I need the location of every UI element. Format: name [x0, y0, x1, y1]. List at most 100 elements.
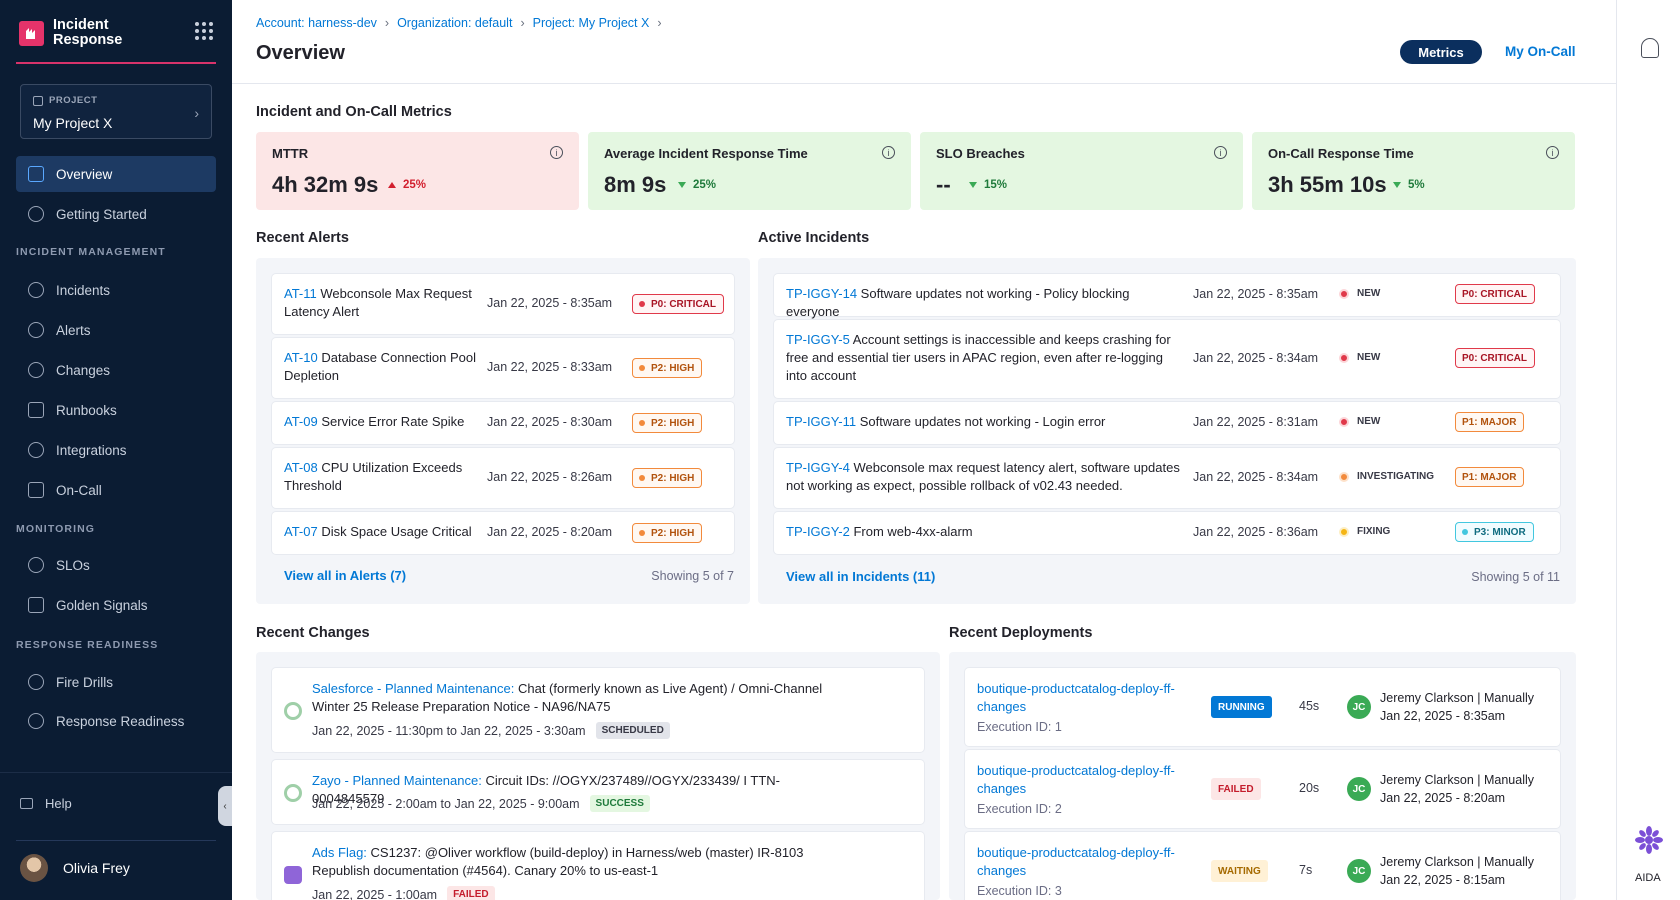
info-icon[interactable]: i — [550, 146, 563, 159]
change-source-link[interactable]: Ads Flag: — [312, 845, 367, 860]
change-row[interactable]: Zayo - Planned Maintenance: Circuit IDs:… — [272, 760, 924, 824]
alert-row[interactable]: AT-09 Service Error Rate Spike Jan 22, 2… — [272, 402, 734, 444]
arrow-down-icon — [678, 182, 686, 188]
alert-row[interactable]: AT-08 CPU Utilization Exceeds Threshold … — [272, 448, 734, 508]
sidebar-item-slos[interactable]: SLOs — [16, 547, 216, 583]
metric-value: 8m 9s — [604, 172, 667, 197]
deployment-user: Jeremy Clarkson | Manually Jan 22, 2025 -… — [1380, 689, 1534, 725]
app-title-line2: Response — [53, 32, 123, 48]
incident-text: TP-IGGY-4 Webconsole max request latency… — [786, 459, 1184, 495]
severity-badge: P1: MAJOR — [1455, 467, 1525, 487]
alert-row[interactable]: AT-11 Webconsole Max Request Latency Ale… — [272, 274, 734, 334]
deployment-duration: 20s — [1299, 781, 1320, 795]
severity-label: P1: MAJOR — [1462, 416, 1517, 428]
change-row[interactable]: Ads Flag: CS1237: @Oliver workflow (buil… — [272, 832, 924, 900]
change-source-link[interactable]: Zayo - Planned Maintenance: — [312, 773, 482, 788]
status-dot-icon — [1339, 288, 1349, 299]
change-meta: Jan 22, 2025 - 11:30pm to Jan 22, 2025 -… — [312, 722, 670, 739]
tab-metrics[interactable]: Metrics — [1400, 40, 1482, 64]
breadcrumb: Account: harness-dev › Organization: def… — [256, 16, 661, 30]
sidebar-item-on-call[interactable]: On-Call — [16, 472, 216, 508]
app-grid-icon[interactable] — [195, 22, 213, 40]
sidebar-item-golden-signals[interactable]: Golden Signals — [16, 587, 216, 623]
status-dot-icon — [1339, 416, 1349, 427]
sidebar-item-label: Fire Drills — [56, 674, 113, 690]
deployment-row[interactable]: boutique-productcatalog-deploy-ff-change… — [965, 668, 1560, 746]
alert-id-link[interactable]: AT-08 — [284, 460, 318, 475]
alert-id-link[interactable]: AT-09 — [284, 414, 318, 429]
alert-row[interactable]: AT-10 Database Connection Pool Depletion… — [272, 338, 734, 398]
sidebar-item-overview[interactable]: Overview — [16, 156, 216, 192]
incident-row[interactable]: TP-IGGY-4 Webconsole max request latency… — [774, 448, 1560, 508]
sidebar-item-getting-started[interactable]: Getting Started — [16, 196, 216, 232]
page-title: Overview — [256, 42, 345, 64]
info-icon[interactable]: i — [882, 146, 895, 159]
info-icon[interactable]: i — [1214, 146, 1227, 159]
info-icon[interactable]: i — [1546, 146, 1559, 159]
alert-id-link[interactable]: AT-07 — [284, 524, 318, 539]
metric-delta-value: 15% — [984, 179, 1008, 191]
change-row[interactable]: Salesforce - Planned Maintenance: Chat (… — [272, 668, 924, 752]
deployment-user-name: Jeremy Clarkson | Manually — [1380, 773, 1534, 787]
alert-text: AT-08 CPU Utilization Exceeds Threshold — [284, 459, 484, 495]
brand[interactable]: Incident Response — [19, 18, 122, 48]
incident-time: Jan 22, 2025 - 8:36am — [1193, 525, 1319, 539]
deployment-status-badge: WAITING — [1211, 860, 1268, 882]
sidebar-item-incidents[interactable]: Incidents — [16, 272, 216, 308]
help-link[interactable]: Help — [20, 796, 72, 811]
calendar-icon — [28, 482, 44, 498]
incident-row[interactable]: TP-IGGY-11 Software updates not working … — [774, 402, 1560, 444]
user-profile[interactable]: Olivia Frey — [20, 854, 130, 882]
alert-time: Jan 22, 2025 - 8:20am — [487, 525, 613, 539]
alert-id-link[interactable]: AT-11 — [284, 286, 317, 301]
clock-icon — [28, 674, 44, 690]
plug-icon — [28, 442, 44, 458]
severity-badge: P0: CRITICAL — [632, 294, 724, 314]
sidebar-item-integrations[interactable]: Integrations — [16, 432, 216, 468]
severity-label: P2: HIGH — [651, 527, 695, 539]
sidebar-item-label: Golden Signals — [56, 597, 148, 613]
incident-id-link[interactable]: TP-IGGY-5 — [786, 332, 850, 347]
project-selector[interactable]: PROJECT My Project X › — [20, 84, 212, 139]
aida-label[interactable]: AIDA — [1635, 872, 1661, 884]
breadcrumb-project[interactable]: Project: My Project X — [533, 16, 650, 30]
severity-badge: P2: HIGH — [632, 468, 703, 488]
change-time: Jan 22, 2025 - 1:00am — [312, 887, 438, 900]
sidebar-item-changes[interactable]: Changes — [16, 352, 216, 388]
bell-icon[interactable] — [1641, 38, 1659, 58]
deployment-row[interactable]: boutique-productcatalog-deploy-ff-change… — [965, 750, 1560, 828]
alert-id-link[interactable]: AT-10 — [284, 350, 318, 365]
breadcrumb-org[interactable]: Organization: default — [397, 16, 512, 30]
collapse-sidebar-icon[interactable]: ‹ — [218, 786, 232, 826]
deployment-name-link[interactable]: boutique-productcatalog-deploy-ff-change… — [977, 680, 1192, 716]
incident-id-link[interactable]: TP-IGGY-2 — [786, 524, 850, 539]
deployment-name-link[interactable]: boutique-productcatalog-deploy-ff-change… — [977, 844, 1192, 880]
sidebar-item-runbooks[interactable]: Runbooks — [16, 392, 216, 428]
incident-row[interactable]: TP-IGGY-14 Software updates not working … — [774, 274, 1560, 319]
incident-row[interactable]: TP-IGGY-5 Account settings is inaccessib… — [774, 320, 1560, 398]
alert-text: AT-07 Disk Space Usage Critical — [284, 523, 484, 541]
incident-id-link[interactable]: TP-IGGY-4 — [786, 460, 850, 475]
avatar: JC — [1347, 695, 1371, 719]
sidebar-item-response-readiness[interactable]: Response Readiness — [16, 703, 216, 739]
change-text: Salesforce - Planned Maintenance: Chat (… — [312, 680, 832, 716]
view-all-alerts-link[interactable]: View all in Alerts (7) — [284, 568, 406, 583]
severity-badge: P0: CRITICAL — [1455, 348, 1535, 368]
deployment-name-link[interactable]: boutique-productcatalog-deploy-ff-change… — [977, 762, 1192, 798]
tab-my-on-call[interactable]: My On-Call — [1505, 44, 1576, 59]
project-tag-label: PROJECT — [49, 95, 98, 106]
aida-icon[interactable] — [1634, 825, 1664, 855]
chevron-right-icon: › — [384, 16, 390, 30]
sidebar-item-fire-drills[interactable]: Fire Drills — [16, 664, 216, 700]
severity-badge: P1: MAJOR — [1455, 412, 1525, 432]
incident-id-link[interactable]: TP-IGGY-14 — [786, 286, 857, 301]
sidebar-item-alerts[interactable]: Alerts — [16, 312, 216, 348]
breadcrumb-account[interactable]: Account: harness-dev — [256, 16, 377, 30]
incidents-panel: TP-IGGY-14 Software updates not working … — [758, 258, 1576, 604]
view-all-incidents-link[interactable]: View all in Incidents (11) — [786, 569, 935, 584]
deployment-row[interactable]: boutique-productcatalog-deploy-ff-change… — [965, 832, 1560, 900]
incident-row[interactable]: TP-IGGY-2 From web-4xx-alarm Jan 22, 202… — [774, 512, 1560, 554]
alert-row[interactable]: AT-07 Disk Space Usage Critical Jan 22, … — [272, 512, 734, 554]
change-source-link[interactable]: Salesforce - Planned Maintenance: — [312, 681, 514, 696]
incident-id-link[interactable]: TP-IGGY-11 — [786, 414, 856, 429]
